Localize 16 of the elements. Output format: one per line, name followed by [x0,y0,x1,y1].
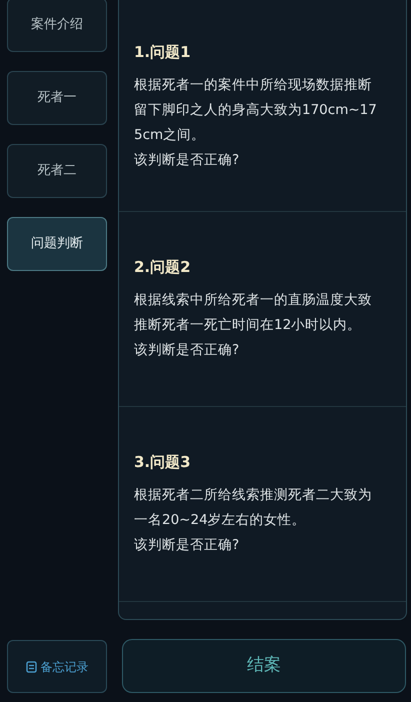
memo-button[interactable]: 备忘记录 [7,640,107,693]
question-statement: 根据线索中所给死者一的直肠温度大致推断死者一死亡时间在12小时以内。 [134,291,373,335]
question-prompt: 该判断是否正确? [134,341,240,360]
question-prompt: 该判断是否正确? [134,151,240,170]
note-icon [26,660,36,672]
question-title: 3.问题3 [134,452,192,473]
question-prompt: 该判断是否正确? [134,536,240,555]
question-statement: 根据死者二所给线索推测死者二大致为一名20~24岁左右的女性。 [134,486,373,530]
sidebar-tab[interactable]: 问题判断 [7,217,107,271]
sidebar-tab[interactable]: 死者二 [7,144,107,198]
close-case-button[interactable]: 结案 [122,639,406,693]
sidebar-tab[interactable]: 案件介绍 [7,0,107,52]
sidebar-tab[interactable]: 死者一 [7,71,107,125]
question-statement: 根据死者一的案件中所给现场数据推断留下脚印之人的身高大致为170cm~175cm之间。 [134,76,378,145]
question-title: 1.问题1 [134,42,192,63]
question-title: 2.问题2 [134,257,192,278]
